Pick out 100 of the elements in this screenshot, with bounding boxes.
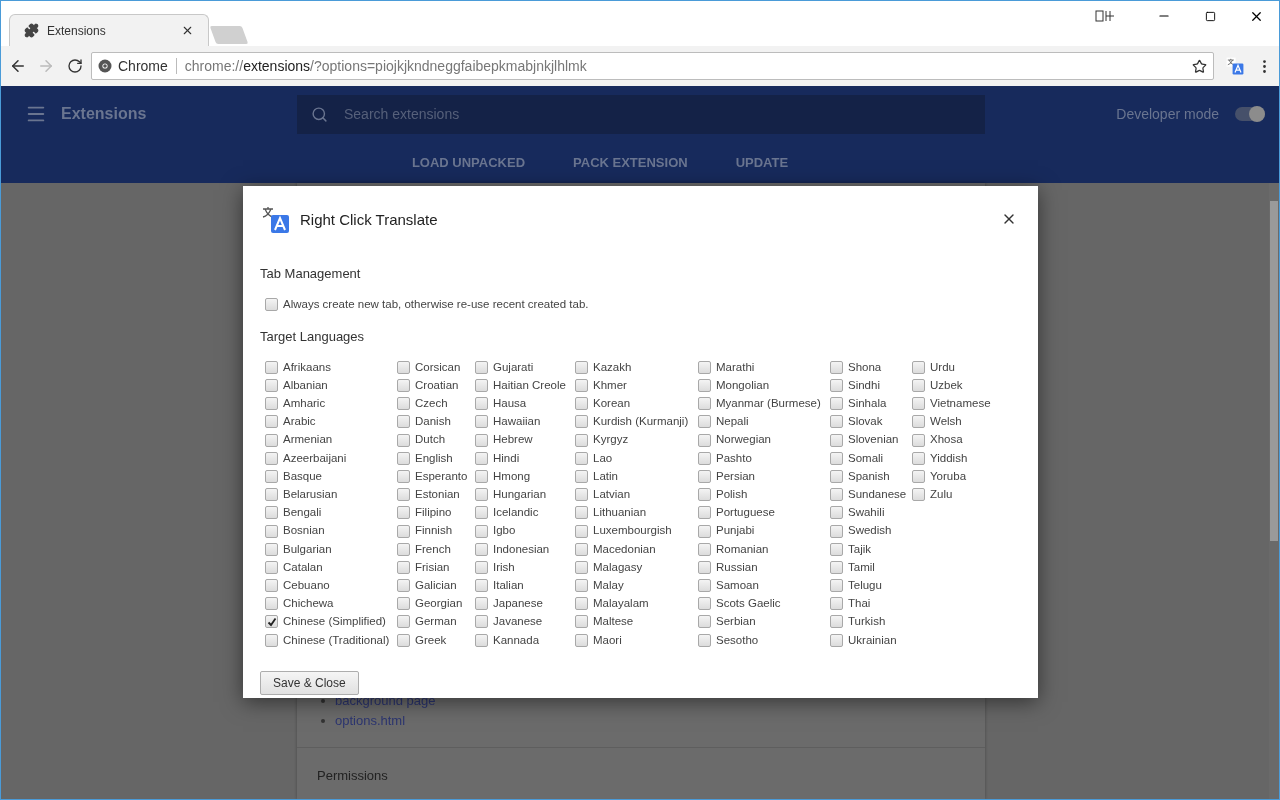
language-checkbox[interactable] bbox=[698, 433, 711, 447]
language-checkbox[interactable] bbox=[265, 579, 278, 593]
language-checkbox[interactable] bbox=[698, 397, 711, 411]
save-close-button[interactable]: Save & Close bbox=[260, 671, 359, 696]
language-checkbox[interactable] bbox=[475, 415, 488, 429]
language-checkbox[interactable] bbox=[575, 360, 588, 374]
language-checkbox[interactable] bbox=[912, 488, 925, 502]
language-checkbox[interactable] bbox=[397, 597, 410, 611]
language-checkbox[interactable] bbox=[830, 415, 843, 429]
language-checkbox[interactable] bbox=[265, 433, 278, 447]
language-checkbox[interactable] bbox=[830, 451, 843, 465]
language-checkbox[interactable] bbox=[830, 379, 843, 393]
language-checkbox[interactable] bbox=[265, 379, 278, 393]
language-checkbox[interactable] bbox=[475, 488, 488, 502]
language-checkbox[interactable] bbox=[475, 597, 488, 611]
language-checkbox[interactable] bbox=[830, 360, 843, 374]
language-checkbox[interactable] bbox=[397, 488, 410, 502]
language-checkbox[interactable] bbox=[475, 579, 488, 593]
language-checkbox[interactable] bbox=[397, 506, 410, 520]
language-checkbox[interactable] bbox=[912, 433, 925, 447]
language-checkbox[interactable] bbox=[575, 633, 588, 647]
language-checkbox[interactable] bbox=[397, 379, 410, 393]
language-checkbox[interactable] bbox=[397, 560, 410, 574]
language-checkbox[interactable] bbox=[698, 579, 711, 593]
language-checkbox[interactable] bbox=[265, 469, 278, 483]
language-checkbox[interactable] bbox=[912, 451, 925, 465]
language-checkbox[interactable] bbox=[475, 451, 488, 465]
close-icon[interactable] bbox=[181, 24, 194, 37]
language-checkbox[interactable] bbox=[475, 615, 488, 629]
language-checkbox[interactable] bbox=[265, 524, 278, 538]
language-checkbox[interactable] bbox=[830, 469, 843, 483]
language-checkbox[interactable] bbox=[265, 451, 278, 465]
language-checkbox[interactable] bbox=[475, 433, 488, 447]
language-checkbox[interactable] bbox=[912, 415, 925, 429]
reload-icon[interactable] bbox=[67, 58, 83, 74]
language-checkbox[interactable] bbox=[475, 542, 488, 556]
language-checkbox[interactable] bbox=[265, 397, 278, 411]
language-checkbox[interactable] bbox=[397, 615, 410, 629]
language-checkbox[interactable] bbox=[575, 415, 588, 429]
header-action-button[interactable]: LOAD UNPACKED bbox=[409, 152, 528, 173]
language-checkbox[interactable] bbox=[698, 415, 711, 429]
scrollbar[interactable] bbox=[1269, 183, 1279, 799]
language-checkbox[interactable] bbox=[475, 633, 488, 647]
language-checkbox[interactable] bbox=[698, 524, 711, 538]
language-checkbox[interactable] bbox=[397, 433, 410, 447]
language-checkbox[interactable] bbox=[575, 560, 588, 574]
language-checkbox[interactable] bbox=[698, 360, 711, 374]
language-checkbox[interactable] bbox=[475, 469, 488, 483]
language-checkbox[interactable] bbox=[698, 615, 711, 629]
language-checkbox[interactable] bbox=[575, 397, 588, 411]
language-checkbox[interactable] bbox=[698, 633, 711, 647]
language-checkbox[interactable] bbox=[912, 360, 925, 374]
bookmark-star-icon[interactable] bbox=[1192, 58, 1207, 74]
language-checkbox[interactable] bbox=[265, 506, 278, 520]
language-checkbox[interactable] bbox=[912, 397, 925, 411]
language-checkbox[interactable] bbox=[575, 579, 588, 593]
language-checkbox[interactable] bbox=[397, 360, 410, 374]
language-checkbox[interactable] bbox=[698, 506, 711, 520]
language-checkbox[interactable] bbox=[830, 633, 843, 647]
language-checkbox[interactable] bbox=[265, 415, 278, 429]
language-checkbox[interactable] bbox=[830, 433, 843, 447]
back-icon[interactable] bbox=[9, 57, 27, 75]
language-checkbox[interactable] bbox=[475, 360, 488, 374]
language-checkbox[interactable] bbox=[698, 560, 711, 574]
language-checkbox[interactable] bbox=[575, 469, 588, 483]
language-checkbox[interactable] bbox=[397, 579, 410, 593]
language-checkbox[interactable] bbox=[475, 524, 488, 538]
language-checkbox[interactable] bbox=[830, 597, 843, 611]
language-checkbox[interactable] bbox=[575, 524, 588, 538]
ime-icon[interactable] bbox=[1095, 10, 1115, 22]
language-checkbox[interactable] bbox=[698, 469, 711, 483]
language-checkbox[interactable] bbox=[575, 488, 588, 502]
language-checkbox[interactable] bbox=[475, 506, 488, 520]
language-checkbox[interactable] bbox=[575, 597, 588, 611]
language-checkbox[interactable] bbox=[475, 560, 488, 574]
browser-tab[interactable]: Extensions bbox=[9, 14, 209, 46]
language-checkbox[interactable] bbox=[698, 542, 711, 556]
language-checkbox[interactable] bbox=[265, 488, 278, 502]
language-checkbox[interactable] bbox=[475, 379, 488, 393]
header-action-button[interactable]: UPDATE bbox=[733, 152, 791, 173]
forward-icon[interactable] bbox=[37, 57, 55, 75]
header-action-button[interactable]: PACK EXTENSION bbox=[571, 152, 690, 173]
search-field[interactable]: Search extensions bbox=[297, 94, 985, 134]
language-checkbox[interactable] bbox=[575, 451, 588, 465]
language-checkbox[interactable] bbox=[265, 542, 278, 556]
language-checkbox[interactable] bbox=[265, 560, 278, 574]
language-checkbox[interactable] bbox=[575, 506, 588, 520]
language-checkbox[interactable] bbox=[698, 488, 711, 502]
language-checkbox[interactable] bbox=[575, 615, 588, 629]
language-checkbox[interactable] bbox=[912, 469, 925, 483]
language-checkbox[interactable] bbox=[265, 360, 278, 374]
language-checkbox[interactable] bbox=[475, 397, 488, 411]
language-checkbox[interactable] bbox=[575, 433, 588, 447]
language-checkbox[interactable] bbox=[830, 579, 843, 593]
language-checkbox[interactable] bbox=[397, 633, 410, 647]
language-checkbox[interactable] bbox=[830, 506, 843, 520]
language-checkbox[interactable] bbox=[830, 397, 843, 411]
language-checkbox[interactable] bbox=[698, 451, 711, 465]
language-checkbox[interactable] bbox=[397, 542, 410, 556]
language-checkbox[interactable] bbox=[912, 379, 925, 393]
